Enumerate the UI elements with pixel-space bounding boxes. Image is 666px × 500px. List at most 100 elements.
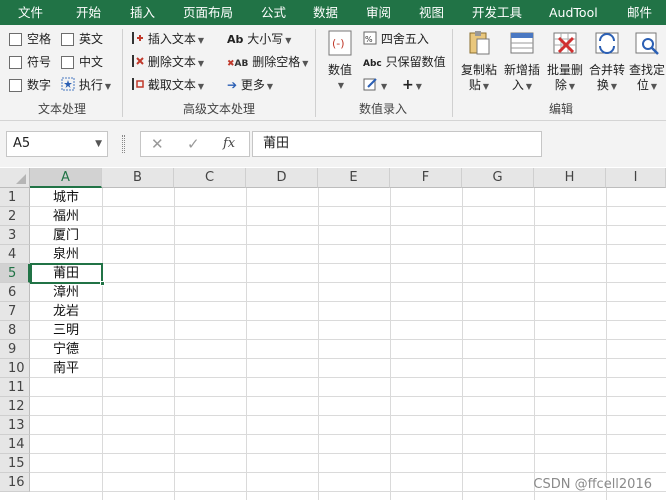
column-header-d[interactable]: D xyxy=(246,168,318,188)
row-header-14[interactable]: 14 xyxy=(0,435,30,454)
row-header-5[interactable]: 5 xyxy=(0,264,30,283)
row-header-13[interactable]: 13 xyxy=(0,416,30,435)
row-header-16[interactable]: 16 xyxy=(0,473,30,492)
tab-page-layout[interactable]: 页面布局 xyxy=(183,0,233,25)
merge-convert-button[interactable]: 合并转 换 ▼ xyxy=(587,29,627,94)
cell-a6[interactable]: 漳州 xyxy=(31,283,102,302)
execute-button[interactable]: 执行 ▼ xyxy=(61,75,111,95)
tab-file[interactable]: 文件 xyxy=(18,0,43,25)
tab-review[interactable]: 审阅 xyxy=(366,0,391,25)
tab-home[interactable]: 开始 xyxy=(76,0,101,25)
insert-text-button[interactable]: 插入文本 ▼ xyxy=(130,29,204,49)
round-button[interactable]: % 四舍五入 xyxy=(363,29,429,49)
find-locate-label-2: 位 xyxy=(636,78,649,92)
row-header-1[interactable]: 1 xyxy=(0,188,30,207)
add-insert-button[interactable]: 新增插 入 ▼ xyxy=(501,29,543,94)
column-header-g[interactable]: G xyxy=(462,168,534,188)
tab-developer[interactable]: 开发工具 xyxy=(472,0,522,25)
cell-a10[interactable]: 南平 xyxy=(31,359,102,378)
cancel-icon[interactable]: ✕ xyxy=(151,135,164,153)
advanced-group-label: 高级文本处理 xyxy=(182,102,255,116)
row-header-9[interactable]: 9 xyxy=(0,340,30,359)
round-label: 四舍五入 xyxy=(380,32,429,46)
cell-a7[interactable]: 龙岩 xyxy=(31,302,102,321)
row-header-8[interactable]: 8 xyxy=(0,321,30,340)
cell-a1[interactable]: 城市 xyxy=(31,188,102,207)
batch-delete-button[interactable]: 批量删 除 ▼ xyxy=(544,29,586,94)
confirm-icon[interactable]: ✓ xyxy=(187,135,200,153)
keep-value-button[interactable]: Abc 只保留数值 xyxy=(363,52,446,72)
row-header-10[interactable]: 10 xyxy=(0,359,30,378)
spreadsheet-grid[interactable]: ABCDEFGHI 1 2 3 4 5 6 7 8 9 10 11 12 13 14 15 16 城市 福州 厦门… xyxy=(0,168,666,500)
select-all-corner[interactable] xyxy=(0,168,30,188)
symbol-checkbox[interactable] xyxy=(9,56,22,69)
cell-a9[interactable]: 宁德 xyxy=(31,340,102,359)
delete-space-icon: ✖AB xyxy=(227,59,249,69)
delete-text-label: 删除文本 xyxy=(147,55,196,69)
column-header-a[interactable]: A xyxy=(30,168,102,188)
tab-data[interactable]: 数据 xyxy=(313,0,338,25)
tab-formulas[interactable]: 公式 xyxy=(261,0,286,25)
formula-input[interactable]: 莆田 xyxy=(252,131,542,157)
more-button[interactable]: ➔ 更多 ▼ xyxy=(227,75,273,95)
tab-view[interactable]: 视图 xyxy=(419,0,444,25)
find-locate-label-1: 查找定 xyxy=(628,63,665,77)
chinese-checkbox[interactable] xyxy=(61,56,74,69)
extract-text-button[interactable]: 截取文本 ▼ xyxy=(130,75,204,95)
number-button[interactable]: (-) 数值 ▼ xyxy=(323,29,357,93)
insert-function-icon[interactable]: fx xyxy=(223,136,235,151)
copy-paste-button[interactable]: 复制粘 贴 ▼ xyxy=(458,29,500,94)
plus-icon: + xyxy=(402,77,414,93)
column-header-e[interactable]: E xyxy=(318,168,390,188)
space-checkbox[interactable] xyxy=(9,33,22,46)
number-label: 数字 xyxy=(27,78,52,92)
row-header-7[interactable]: 7 xyxy=(0,302,30,321)
batch-delete-label-1: 批量删 xyxy=(546,63,583,77)
name-box[interactable]: A5 ▼ xyxy=(6,131,108,157)
execute-label: 执行 xyxy=(78,78,103,92)
delete-space-button[interactable]: ✖AB 删除空格 ▼ xyxy=(227,52,308,72)
tab-mail[interactable]: 邮件 xyxy=(627,0,652,25)
row-header-4[interactable]: 4 xyxy=(0,245,30,264)
cell-a3[interactable]: 厦门 xyxy=(31,226,102,245)
fill-handle[interactable] xyxy=(100,281,105,286)
row-header-11[interactable]: 11 xyxy=(0,378,30,397)
row-gridline xyxy=(30,301,666,302)
edit-dropdown-button[interactable]: ▼ xyxy=(363,75,387,95)
delete-text-button[interactable]: 删除文本 ▼ xyxy=(130,52,204,72)
delete-space-label: 删除空格 xyxy=(252,55,301,69)
column-header-b[interactable]: B xyxy=(102,168,174,188)
group-separator xyxy=(452,29,453,117)
edit-pencil-icon xyxy=(363,78,377,91)
plus-button[interactable]: + ▼ xyxy=(402,75,422,95)
row-header-6[interactable]: 6 xyxy=(0,283,30,302)
chevron-down-icon[interactable]: ▼ xyxy=(95,132,102,156)
insert-text-label: 插入文本 xyxy=(147,32,196,46)
cell-a2[interactable]: 福州 xyxy=(31,207,102,226)
execute-icon xyxy=(61,77,75,91)
active-cell-cursor[interactable] xyxy=(30,263,105,286)
tab-insert[interactable]: 插入 xyxy=(130,0,155,25)
column-header-h[interactable]: H xyxy=(534,168,606,188)
row-header-15[interactable]: 15 xyxy=(0,454,30,473)
chinese-label: 中文 xyxy=(79,55,104,69)
row-gridline xyxy=(30,434,666,435)
formula-bar-grip[interactable] xyxy=(122,135,125,153)
row-header-3[interactable]: 3 xyxy=(0,226,30,245)
row-gridline xyxy=(30,244,666,245)
row-gridline xyxy=(30,472,666,473)
tab-audtool[interactable]: AudTool xyxy=(549,0,598,25)
case-button[interactable]: Ab 大小写 ▼ xyxy=(227,29,291,49)
find-locate-button[interactable]: 查找定 位 ▼ xyxy=(628,29,666,94)
number-checkbox[interactable] xyxy=(9,79,22,92)
column-header-f[interactable]: F xyxy=(390,168,462,188)
number-icon: (-) xyxy=(328,30,352,56)
row-header-2[interactable]: 2 xyxy=(0,207,30,226)
cell-a4[interactable]: 泉州 xyxy=(31,245,102,264)
column-header-i[interactable]: I xyxy=(606,168,666,188)
english-checkbox[interactable] xyxy=(61,33,74,46)
name-box-value: A5 xyxy=(13,136,31,151)
cell-a8[interactable]: 三明 xyxy=(31,321,102,340)
row-header-12[interactable]: 12 xyxy=(0,397,30,416)
column-header-c[interactable]: C xyxy=(174,168,246,188)
